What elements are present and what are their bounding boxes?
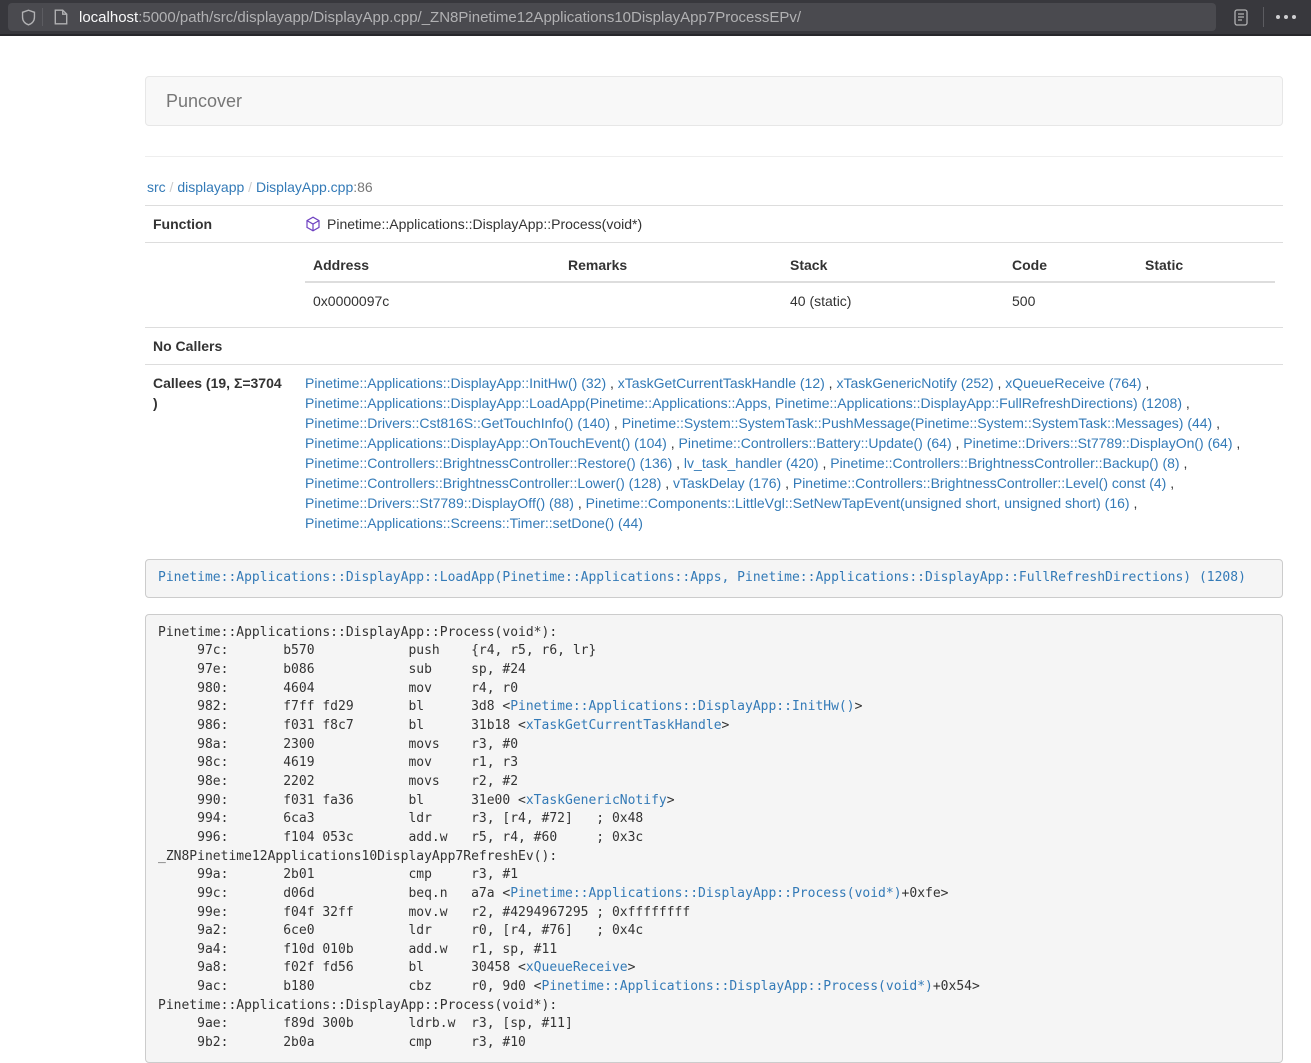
asm-symbol-link[interactable]: xTaskGetCurrentTaskHandle — [526, 718, 722, 733]
callee-link[interactable]: vTaskDelay (176) — [673, 475, 781, 491]
asm-symbol-link[interactable]: Pinetime::Applications::DisplayApp::Init… — [510, 699, 854, 714]
asm-symbol-link[interactable]: xQueueReceive — [526, 960, 628, 975]
table-row: Address Remarks Stack Code Static 0x0000… — [145, 243, 1283, 328]
callee-link[interactable]: lv_task_handler (420) — [684, 455, 819, 471]
callees-list: Pinetime::Applications::DisplayApp::Init… — [297, 365, 1283, 542]
shield-icon[interactable] — [16, 5, 40, 29]
urlbar-divider — [42, 8, 43, 26]
url-host: localhost — [79, 9, 138, 26]
breadcrumb: src / displayapp / DisplayApp.cpp:86 — [147, 179, 1283, 195]
callee-link[interactable]: Pinetime::Applications::DisplayApp::OnTo… — [305, 435, 667, 451]
callee-link[interactable]: xTaskGenericNotify (252) — [836, 375, 993, 391]
function-symbol: Pinetime::Applications::DisplayApp::Proc… — [327, 214, 642, 234]
remarks-value — [560, 282, 782, 319]
cube-icon — [305, 216, 321, 232]
stack-value: 40 (static) — [782, 282, 1004, 319]
breadcrumb-link[interactable]: src — [147, 179, 166, 195]
function-row-label: Function — [145, 206, 297, 243]
navbar: Puncover — [145, 76, 1283, 126]
callee-link[interactable]: Pinetime::Drivers::St7789::DisplayOn() (… — [963, 435, 1232, 451]
browser-toolbar: localhost:5000/path/src/displayapp/Displ… — [0, 0, 1311, 36]
callee-link[interactable]: Pinetime::Drivers::St7789::DisplayOff() … — [305, 495, 574, 511]
column-header-code: Code — [1004, 251, 1137, 282]
table-row: 0x0000097c 40 (static) 500 — [305, 282, 1275, 319]
column-header-static: Static — [1137, 251, 1275, 282]
disassembly-box: Pinetime::Applications::DisplayApp::Proc… — [145, 614, 1283, 1063]
callee-link[interactable]: Pinetime::System::SystemTask::PushMessag… — [622, 415, 1213, 431]
url-path: :5000/path/src/displayapp/DisplayApp.cpp… — [138, 9, 801, 26]
callee-link[interactable]: Pinetime::Applications::Screens::Timer::… — [305, 515, 643, 531]
breadcrumb-line-number: :86 — [353, 179, 372, 195]
callee-link[interactable]: xTaskGetCurrentTaskHandle (12) — [618, 375, 825, 391]
no-callers-label: No Callers — [145, 328, 297, 365]
code-value: 500 — [1004, 282, 1137, 319]
column-header-stack: Stack — [782, 251, 1004, 282]
reader-view-icon[interactable] — [1224, 3, 1258, 31]
caller-link[interactable]: Pinetime::Applications::DisplayApp::Load… — [158, 570, 1246, 585]
breadcrumb-separator: / — [166, 179, 178, 195]
toolbar-divider — [1263, 7, 1264, 27]
page-container: Puncover src / displayapp / DisplayApp.c… — [145, 76, 1283, 1063]
callee-link[interactable]: Pinetime::Applications::DisplayApp::Init… — [305, 375, 606, 391]
asm-symbol-link[interactable]: Pinetime::Applications::DisplayApp::Proc… — [542, 979, 933, 994]
callee-link[interactable]: Pinetime::Controllers::Battery::Update()… — [679, 435, 952, 451]
divider — [145, 156, 1283, 157]
url-text: localhost:5000/path/src/displayapp/Displ… — [79, 9, 801, 26]
callee-link[interactable]: Pinetime::Controllers::BrightnessControl… — [830, 455, 1179, 471]
column-header-address: Address — [305, 251, 560, 282]
caller-code-box: Pinetime::Applications::DisplayApp::Load… — [145, 559, 1283, 598]
table-row: No Callers — [145, 328, 1283, 365]
table-row: Callees (19, Σ=3704 ) Pinetime::Applicat… — [145, 365, 1283, 542]
table-row: Function Pinetime::Applications::Display… — [145, 206, 1283, 243]
page-info-icon[interactable] — [49, 5, 73, 29]
address-value: 0x0000097c — [305, 282, 560, 319]
asm-symbol-link[interactable]: Pinetime::Applications::DisplayApp::Proc… — [510, 886, 901, 901]
callee-link[interactable]: Pinetime::Drivers::Cst816S::GetTouchInfo… — [305, 415, 610, 431]
breadcrumb-link[interactable]: displayapp — [177, 179, 244, 195]
callees-label: Callees (19, Σ=3704 ) — [145, 365, 297, 542]
breadcrumb-separator: / — [244, 179, 256, 195]
asm-symbol-link[interactable]: xTaskGenericNotify — [526, 793, 667, 808]
metrics-table: Address Remarks Stack Code Static 0x0000… — [305, 251, 1275, 319]
static-value — [1137, 282, 1275, 319]
column-header-remarks: Remarks — [560, 251, 782, 282]
callee-link[interactable]: Pinetime::Components::LittleVgl::SetNewT… — [586, 495, 1130, 511]
callee-link[interactable]: Pinetime::Controllers::BrightnessControl… — [793, 475, 1166, 491]
callee-link[interactable]: Pinetime::Controllers::BrightnessControl… — [305, 475, 661, 491]
url-bar[interactable]: localhost:5000/path/src/displayapp/Displ… — [8, 3, 1216, 31]
callee-link[interactable]: Pinetime::Controllers::BrightnessControl… — [305, 455, 672, 471]
breadcrumb-link[interactable]: DisplayApp.cpp — [256, 179, 353, 195]
callee-link[interactable]: Pinetime::Applications::DisplayApp::Load… — [305, 395, 1182, 411]
symbol-table: Function Pinetime::Applications::Display… — [145, 205, 1283, 541]
menu-dots-icon[interactable] — [1269, 3, 1303, 31]
brand-link[interactable]: Puncover — [166, 91, 242, 112]
callee-link[interactable]: xQueueReceive (764) — [1005, 375, 1141, 391]
